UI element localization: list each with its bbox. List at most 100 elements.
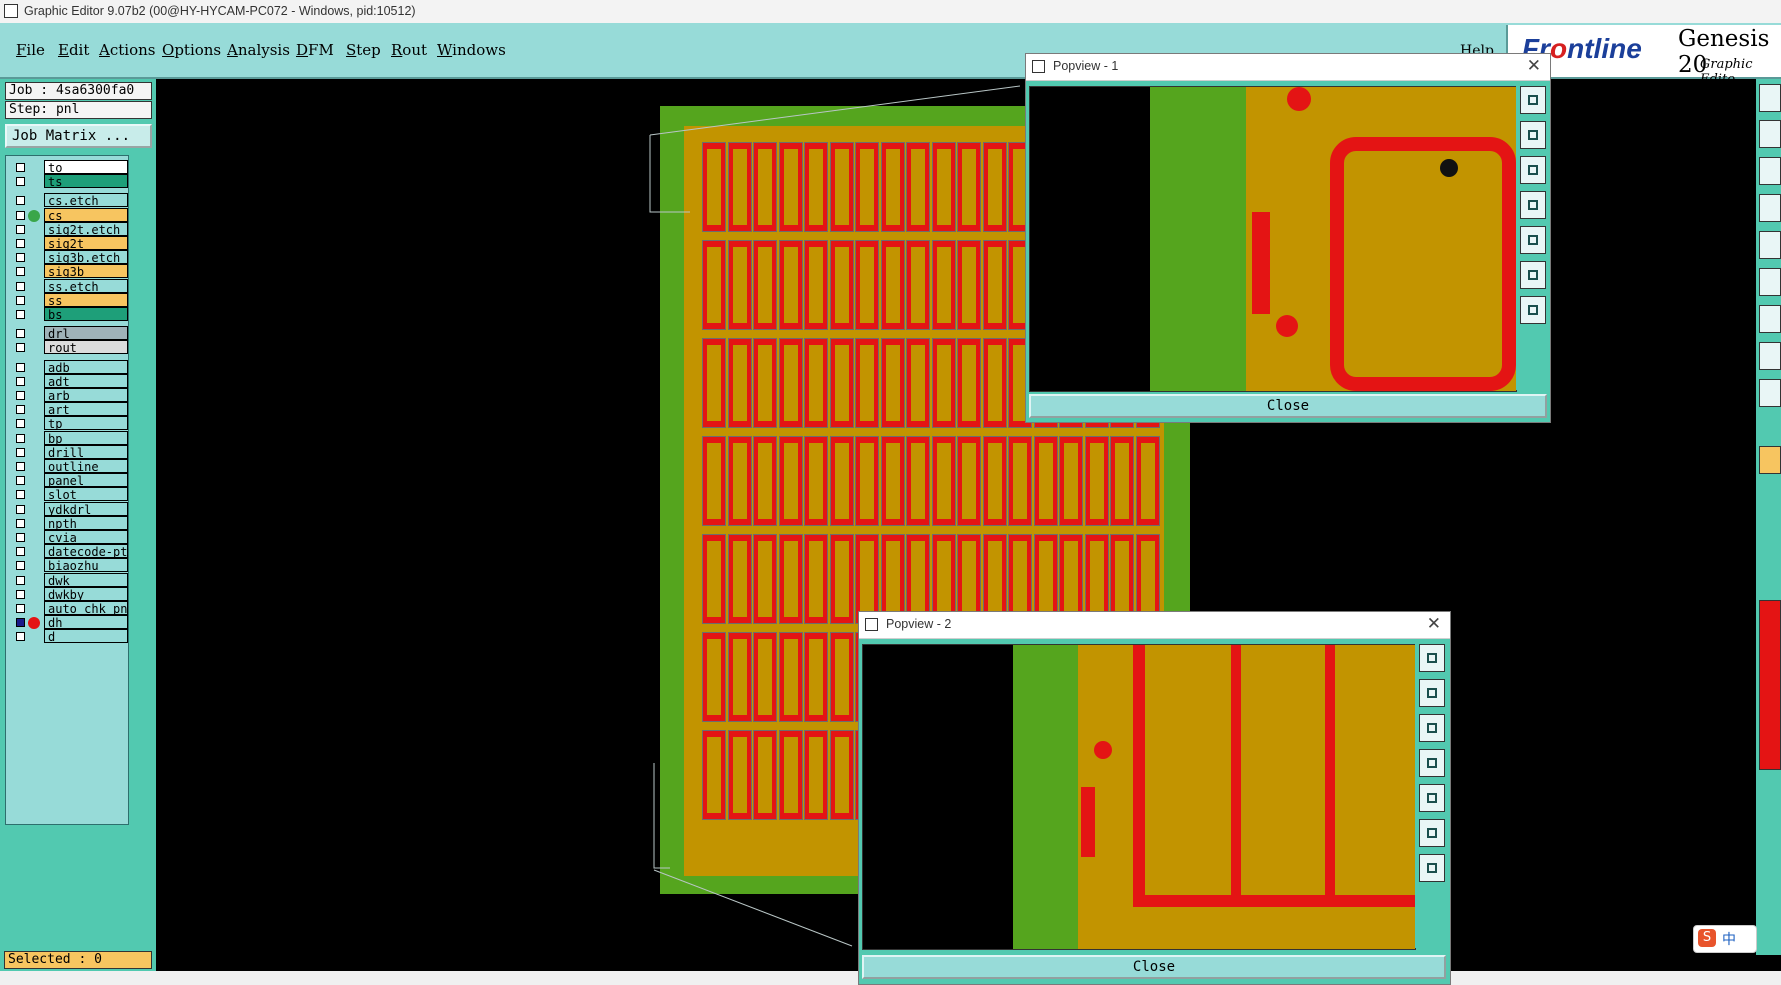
pan-right-button[interactable] bbox=[1520, 226, 1546, 254]
layer-checkbox[interactable] bbox=[16, 343, 25, 353]
layer-checkbox[interactable] bbox=[16, 419, 25, 429]
pan-down-button[interactable] bbox=[1520, 156, 1546, 184]
layer-checkbox[interactable] bbox=[16, 196, 25, 206]
layer-name[interactable]: npth bbox=[44, 515, 128, 530]
layer-row-biaozhu[interactable]: biaozhu bbox=[8, 558, 128, 573]
layer-name[interactable]: adb bbox=[44, 359, 128, 374]
layer-row-cs-etch[interactable]: cs.etch bbox=[8, 193, 128, 208]
layer-row-sig3b-etch[interactable]: sig3b.etch bbox=[8, 250, 128, 265]
menu-rout[interactable]: Rout bbox=[391, 41, 427, 59]
layer-row-ss[interactable]: ss bbox=[8, 292, 128, 308]
tool-button[interactable] bbox=[1759, 305, 1781, 333]
layer-checkbox[interactable] bbox=[16, 391, 25, 400]
layer-row-adt[interactable]: adt bbox=[8, 373, 128, 389]
zoom-out-button[interactable] bbox=[1520, 296, 1546, 324]
layer-row-bs[interactable]: bs bbox=[8, 307, 128, 322]
job-matrix-button[interactable]: Job Matrix ... bbox=[5, 124, 152, 148]
layer-name[interactable]: rout bbox=[44, 340, 128, 355]
tool-button[interactable] bbox=[1759, 84, 1781, 112]
pan-up-button[interactable] bbox=[1520, 121, 1546, 149]
layer-checkbox[interactable] bbox=[16, 362, 25, 372]
pan-up-button[interactable] bbox=[1419, 679, 1445, 707]
layer-checkbox[interactable] bbox=[16, 405, 25, 415]
layer-checkbox[interactable] bbox=[16, 163, 25, 172]
layer-checkbox[interactable] bbox=[16, 177, 25, 187]
layer-row-bp[interactable]: bp bbox=[8, 430, 128, 446]
tool-button[interactable] bbox=[1759, 120, 1781, 148]
layer-name[interactable]: drill bbox=[44, 444, 128, 459]
layer-name[interactable]: drl bbox=[44, 326, 128, 341]
popview-2-close-button[interactable]: Close bbox=[862, 955, 1446, 979]
layer-checkbox[interactable] bbox=[16, 281, 25, 291]
zoom-out-button[interactable] bbox=[1419, 854, 1445, 882]
layer-row-ydkdrl[interactable]: ydkdrl bbox=[8, 501, 128, 517]
layer-row-datecode-pte[interactable]: datecode-pte bbox=[8, 544, 128, 559]
layer-row-tp[interactable]: tp bbox=[8, 416, 128, 431]
layer-name[interactable]: sig3b.etch bbox=[44, 250, 128, 265]
tool-button[interactable] bbox=[1759, 194, 1781, 222]
layer-name[interactable]: slot bbox=[44, 487, 128, 502]
zoom-in-button[interactable] bbox=[1520, 261, 1546, 289]
layer-checkbox[interactable] bbox=[16, 295, 25, 305]
layer-name[interactable]: arb bbox=[44, 388, 128, 402]
layer-checkbox[interactable] bbox=[16, 476, 25, 486]
popview-2-canvas[interactable] bbox=[862, 644, 1416, 950]
zoom-in-button[interactable] bbox=[1419, 819, 1445, 847]
layer-checkbox[interactable] bbox=[16, 589, 25, 599]
layer-name[interactable]: datecode-pte bbox=[44, 544, 128, 559]
layer-row-slot[interactable]: slot bbox=[8, 487, 128, 502]
layer-row-npth[interactable]: npth bbox=[8, 515, 128, 531]
layer-checkbox[interactable] bbox=[16, 547, 25, 557]
menu-edit[interactable]: Edit bbox=[58, 41, 89, 59]
layer-name[interactable]: cs.etch bbox=[44, 193, 128, 208]
layer-name[interactable]: dh bbox=[44, 615, 128, 630]
layer-name[interactable]: to bbox=[44, 160, 128, 174]
pan-left-button[interactable] bbox=[1520, 191, 1546, 219]
pan-right-button[interactable] bbox=[1419, 784, 1445, 812]
tool-button[interactable] bbox=[1759, 231, 1781, 259]
layer-checkbox[interactable] bbox=[16, 575, 25, 585]
tool-button[interactable] bbox=[1759, 268, 1781, 296]
layer-row-ss-etch[interactable]: ss.etch bbox=[8, 278, 128, 294]
layer-row-d[interactable]: d bbox=[8, 629, 128, 644]
ime-indicator[interactable]: S 中 bbox=[1693, 925, 1757, 953]
close-icon[interactable]: ✕ bbox=[1527, 56, 1541, 76]
layer-row-sig2t-etch[interactable]: sig2t.etch bbox=[8, 221, 128, 237]
layer-checkbox[interactable] bbox=[16, 618, 25, 628]
layer-name[interactable]: tp bbox=[44, 416, 128, 431]
layer-row-rout[interactable]: rout bbox=[8, 340, 128, 355]
layer-name[interactable]: adt bbox=[44, 373, 128, 388]
layer-name[interactable]: auto_chk_pnl bbox=[44, 601, 128, 615]
layer-name[interactable]: cs bbox=[44, 207, 128, 222]
layer-name[interactable]: ss bbox=[44, 292, 128, 307]
tool-button[interactable] bbox=[1759, 342, 1781, 370]
menu-dfm[interactable]: DFM bbox=[296, 41, 334, 59]
layer-checkbox[interactable] bbox=[16, 518, 25, 528]
layer-checkbox[interactable] bbox=[16, 376, 25, 386]
layer-row-drill[interactable]: drill bbox=[8, 444, 128, 460]
popview-1-close-button[interactable]: Close bbox=[1029, 394, 1547, 418]
close-icon[interactable]: ✕ bbox=[1427, 614, 1441, 634]
tool-button[interactable] bbox=[1759, 379, 1781, 407]
layer-row-to[interactable]: to bbox=[8, 160, 128, 175]
layer-name[interactable]: bp bbox=[44, 430, 128, 445]
layer-checkbox[interactable] bbox=[16, 210, 25, 220]
tool-button[interactable] bbox=[1759, 157, 1781, 185]
menu-file[interactable]: File bbox=[16, 41, 45, 59]
layer-checkbox[interactable] bbox=[16, 253, 25, 263]
layer-row-auto-chk-pnl[interactable]: auto_chk_pnl bbox=[8, 601, 128, 616]
layer-name[interactable]: panel bbox=[44, 473, 128, 488]
layer-name[interactable]: dwk bbox=[44, 572, 128, 587]
layer-name[interactable]: ts bbox=[44, 174, 128, 189]
layer-row-sig2t[interactable]: sig2t bbox=[8, 236, 128, 251]
layer-row-arb[interactable]: arb bbox=[8, 388, 128, 403]
layer-name[interactable]: biaozhu bbox=[44, 558, 128, 573]
layer-checkbox[interactable] bbox=[16, 533, 25, 542]
layer-checkbox[interactable] bbox=[16, 632, 25, 642]
menu-options[interactable]: Options bbox=[162, 41, 221, 59]
layer-row-dwkby[interactable]: dwkby bbox=[8, 586, 128, 602]
layer-checkbox[interactable] bbox=[16, 561, 25, 571]
layer-name[interactable]: d bbox=[44, 629, 128, 644]
layer-checkbox[interactable] bbox=[16, 239, 25, 248]
layer-row-drl[interactable]: drl bbox=[8, 326, 128, 341]
